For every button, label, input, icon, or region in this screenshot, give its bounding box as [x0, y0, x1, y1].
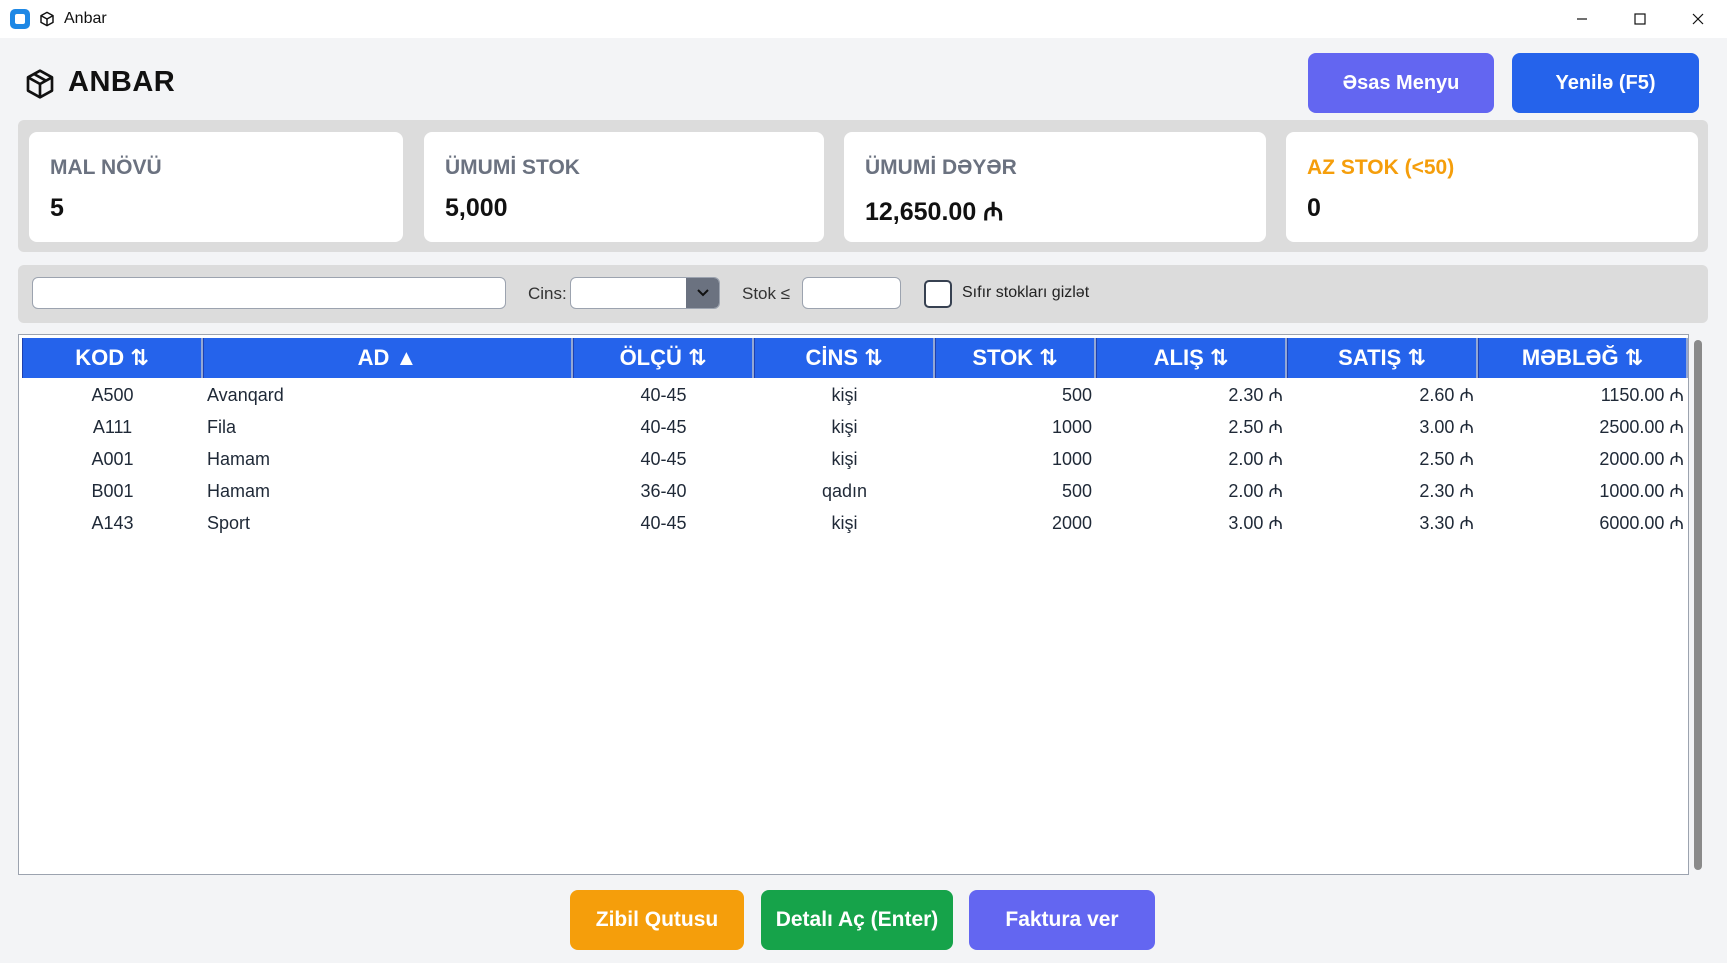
main-menu-button[interactable]: Əsas Menyu — [1308, 53, 1494, 113]
cell-mebleg: 6000.00 ₼ — [1599, 513, 1684, 533]
cell-cins: kişi — [831, 448, 858, 469]
cell-kod: A143 — [91, 512, 134, 533]
cell-satis: 2.50 ₼ — [1419, 449, 1474, 469]
cell-satis: 3.00 ₼ — [1419, 417, 1474, 437]
refresh-button[interactable]: Yenilə (F5) — [1512, 53, 1699, 113]
cins-label: Cins: — [528, 284, 567, 303]
cins-select[interactable] — [570, 277, 720, 309]
page-title: ANBAR — [68, 66, 176, 98]
open-detail-button[interactable]: Detalı Aç (Enter) — [761, 890, 953, 950]
stat-value: 5 — [50, 194, 64, 222]
cell-cins: kişi — [831, 416, 858, 437]
minimize-button[interactable] — [1553, 0, 1611, 38]
cell-stok: 1000 — [1051, 448, 1092, 469]
cell-ad: Sport — [207, 512, 251, 533]
close-button[interactable] — [1669, 0, 1727, 38]
stat-label: MAL NÖVÜ — [50, 156, 162, 179]
column-header-ad[interactable]: AD ▲ — [203, 338, 573, 378]
table-row[interactable]: A143 Sport 40-45 kişi 2000 3.00 ₼ 3.30 ₼… — [22, 507, 1688, 539]
cell-cins: qadın — [821, 480, 868, 501]
cell-olcu: 40-45 — [640, 448, 687, 469]
cell-mebleg: 2500.00 ₼ — [1599, 417, 1684, 437]
table-row[interactable]: A001 Hamam 40-45 kişi 1000 2.00 ₼ 2.50 ₼… — [22, 443, 1688, 475]
cell-alis: 2.00 ₼ — [1228, 481, 1283, 501]
column-header-alis[interactable]: ALIŞ ⇅ — [1096, 338, 1287, 378]
maximize-button[interactable] — [1611, 0, 1669, 38]
search-input[interactable] — [32, 277, 506, 309]
cell-stok: 2000 — [1051, 512, 1092, 533]
warehouse-box-icon — [24, 68, 56, 100]
cell-satis: 2.30 ₼ — [1419, 481, 1474, 501]
cell-mebleg: 1150.00 ₼ — [1600, 385, 1684, 405]
cell-ad: Hamam — [207, 448, 271, 469]
window-titlebar: Anbar — [0, 0, 1727, 38]
table-header: KOD ⇅ AD ▲ ÖLÇÜ ⇅ CİNS ⇅ STOK ⇅ ALIŞ ⇅ S… — [22, 338, 1688, 378]
cell-kod: A111 — [92, 416, 133, 437]
stat-label: ÜMUMİ DƏYƏR — [865, 156, 1017, 179]
column-header-satis[interactable]: SATIŞ ⇅ — [1287, 338, 1478, 378]
stat-value: 0 — [1307, 194, 1321, 222]
invoice-button[interactable]: Faktura ver — [969, 890, 1155, 950]
stat-card-total-stock: ÜMUMİ STOK 5,000 — [424, 132, 824, 242]
cell-stok: 1000 — [1051, 416, 1092, 437]
stat-value: 12,650.00 ₼ — [865, 198, 1004, 226]
cell-kod: A001 — [91, 448, 134, 469]
cell-olcu: 40-45 — [640, 416, 687, 437]
cell-stok: 500 — [1061, 480, 1092, 501]
trash-button[interactable]: Zibil Qutusu — [570, 890, 744, 950]
window-controls — [1553, 0, 1727, 38]
inventory-table: KOD ⇅ AD ▲ ÖLÇÜ ⇅ CİNS ⇅ STOK ⇅ ALIŞ ⇅ S… — [18, 334, 1689, 875]
column-header-mebleg[interactable]: MƏBLƏĞ ⇅ — [1478, 338, 1688, 378]
hide-zero-stock-checkbox[interactable] — [924, 280, 952, 308]
cell-olcu: 40-45 — [640, 384, 687, 405]
stat-card-product-types: MAL NÖVÜ 5 — [29, 132, 403, 242]
column-header-stok[interactable]: STOK ⇅ — [935, 338, 1096, 378]
cell-ad: Hamam — [207, 480, 271, 501]
cell-cins: kişi — [831, 384, 858, 405]
cell-stok: 500 — [1061, 384, 1092, 405]
app-icon — [10, 9, 30, 29]
table-row[interactable]: B001 Hamam 36-40 qadın 500 2.00 ₼ 2.30 ₼… — [22, 475, 1688, 507]
cell-alis: 3.00 ₼ — [1228, 513, 1283, 533]
cell-olcu: 36-40 — [640, 480, 687, 501]
cell-ad: Fila — [207, 416, 237, 437]
stat-card-low-stock: AZ STOK (<50) 0 — [1286, 132, 1698, 242]
cell-satis: 3.30 ₼ — [1419, 513, 1474, 533]
window-title: Anbar — [64, 10, 107, 27]
cell-ad: Avanqard — [207, 384, 284, 405]
cell-alis: 2.30 ₼ — [1228, 385, 1283, 405]
cell-alis: 2.00 ₼ — [1228, 449, 1283, 469]
stat-label: ÜMUMİ STOK — [445, 156, 580, 179]
scrollbar-thumb[interactable] — [1694, 340, 1702, 870]
cell-cins: kişi — [831, 512, 858, 533]
table-body: A500 Avanqard 40-45 kişi 500 2.30 ₼ 2.60… — [22, 379, 1688, 539]
column-header-olcu[interactable]: ÖLÇÜ ⇅ — [573, 338, 754, 378]
chevron-down-icon[interactable] — [686, 278, 719, 308]
cell-mebleg: 1000.00 ₼ — [1599, 481, 1684, 501]
cell-satis: 2.60 ₼ — [1419, 385, 1474, 405]
stok-max-input[interactable] — [802, 277, 901, 309]
box-icon — [38, 10, 56, 28]
table-row[interactable]: A500 Avanqard 40-45 kişi 500 2.30 ₼ 2.60… — [22, 379, 1688, 411]
stat-label: AZ STOK (<50) — [1307, 156, 1455, 179]
column-header-kod[interactable]: KOD ⇅ — [22, 338, 203, 378]
cell-mebleg: 2000.00 ₼ — [1599, 449, 1684, 469]
cell-olcu: 40-45 — [640, 512, 687, 533]
stat-value: 5,000 — [445, 194, 508, 222]
cell-kod: B001 — [91, 480, 134, 501]
stok-label: Stok ≤ — [742, 284, 791, 303]
column-header-cins[interactable]: CİNS ⇅ — [754, 338, 935, 378]
hide-zero-stock-label[interactable]: Sıfır stokları gizlət — [962, 284, 1089, 302]
table-row[interactable]: A111 Fila 40-45 kişi 1000 2.50 ₼ 3.00 ₼ … — [22, 411, 1688, 443]
cell-kod: A500 — [91, 384, 134, 405]
stat-card-total-value: ÜMUMİ DƏYƏR 12,650.00 ₼ — [844, 132, 1266, 242]
cell-alis: 2.50 ₼ — [1228, 417, 1283, 437]
